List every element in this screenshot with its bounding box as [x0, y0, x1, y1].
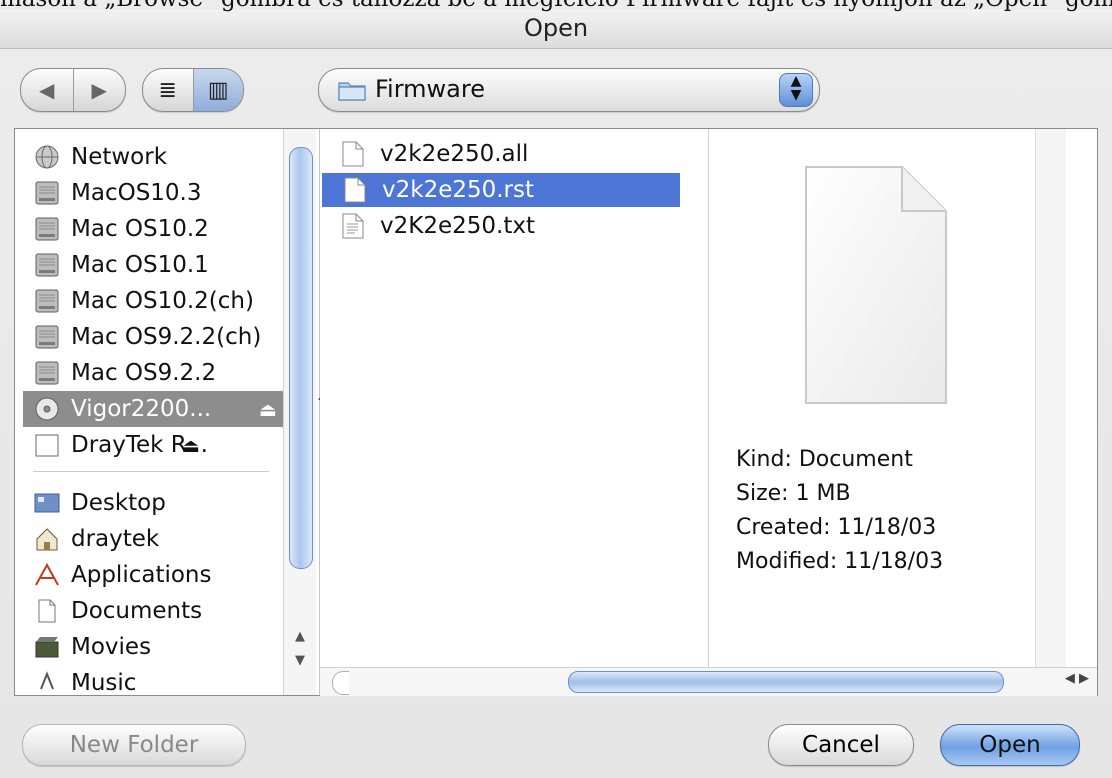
sidebar-item-desktop[interactable]: Desktop [33, 485, 166, 521]
dialog-title: Open [523, 14, 589, 42]
column-view-button[interactable]: ▥ [192, 69, 243, 111]
location-popup[interactable]: Firmware ▲ ▼ [318, 68, 820, 112]
sidebar-item-vigor2200[interactable]: Vigor2200... ⏏ [23, 391, 285, 427]
drive-icon [33, 431, 61, 459]
sidebar-item-movies[interactable]: Movies [33, 629, 151, 665]
hard-disk-icon [33, 287, 61, 315]
sidebar-item-label: Documents [71, 598, 203, 624]
sidebar-item-label: Vigor2200... [71, 396, 212, 422]
sidebar: Network MacOS10.3 Mac OS10.2 Mac OS10.1 Mac … [15, 129, 320, 695]
preview-scrollbar[interactable] [1035, 129, 1066, 667]
sidebar-item-label: Movies [71, 634, 152, 660]
file-name: v2K2e250.txt [380, 213, 535, 239]
popup-stepper-icon: ▲ ▼ [779, 73, 813, 107]
sidebar-item-label: Mac OS10.2 [71, 216, 209, 242]
document-preview-icon [805, 166, 947, 404]
file-browser: Network MacOS10.3 Mac OS10.2 Mac OS10.1 Mac … [14, 128, 1098, 696]
horizontal-scroll-thumb[interactable] [568, 671, 1004, 693]
desktop-icon [33, 489, 61, 517]
file-name: v2k2e250.all [380, 141, 529, 167]
cancel-button[interactable]: Cancel [768, 724, 914, 766]
sidebar-item-macos10-3[interactable]: MacOS10.3 [33, 175, 202, 211]
forward-arrow-icon: ▶ [91, 78, 107, 102]
list-view-button[interactable]: ≣ [143, 69, 193, 111]
back-arrow-icon: ◀ [39, 78, 55, 102]
sidebar-item-label: draytek [71, 526, 160, 552]
scroll-arrows[interactable]: ◀ ▶ [1065, 671, 1089, 686]
open-dialog: Open ◀ ▶ ≣ ▥ Firmware ▲ ▼ Network MacOS10.… [0, 0, 1112, 778]
sidebar-item-label: Desktop [71, 490, 166, 516]
eject-icon[interactable]: ⏏ [182, 435, 200, 457]
sidebar-item-music[interactable]: Music [33, 665, 136, 695]
sidebar-divider [33, 471, 269, 472]
sidebar-item-label: Music [71, 670, 137, 695]
file-row[interactable]: v2k2e250.rst [322, 173, 680, 207]
forward-button[interactable]: ▶ [72, 69, 126, 111]
column-view-icon: ▥ [207, 77, 229, 103]
sidebar-item-label: Mac OS9.2.2(ch) [71, 324, 262, 350]
text-document-icon [342, 213, 364, 239]
sidebar-item-label: Mac OS10.1 [71, 252, 209, 278]
eject-icon[interactable]: ⏏ [259, 399, 277, 421]
sidebar-item-mac-os10-2[interactable]: Mac OS10.2 [33, 211, 209, 247]
sidebar-item-network[interactable]: Network [33, 139, 167, 175]
sidebar-item-label: Applications [71, 562, 212, 588]
movies-icon [33, 633, 61, 661]
sidebar-item-mac-os9-2-2-ch[interactable]: Mac OS9.2.2(ch) [33, 319, 261, 355]
network-icon [33, 143, 61, 171]
hard-disk-icon [33, 179, 61, 207]
list-view-icon: ≣ [158, 77, 177, 103]
applications-icon [33, 561, 61, 589]
scroll-track-start [332, 671, 349, 695]
sidebar-scroll-thumb[interactable] [289, 147, 313, 569]
scroll-down-button[interactable]: ▼ [284, 653, 316, 675]
sidebar-item-label: MacOS10.3 [71, 180, 202, 206]
documents-icon [33, 597, 61, 625]
scroll-up-button[interactable]: ▲ [284, 629, 316, 651]
document-icon [344, 177, 366, 203]
sidebar-item-draytek[interactable]: draytek [33, 521, 159, 557]
sidebar-item-applications[interactable]: Applications [33, 557, 212, 593]
hard-disk-icon [33, 215, 61, 243]
file-name: v2k2e250.rst [382, 177, 535, 203]
file-column: v2k2e250.all v2k2e250.rst v2K2e250.txt [320, 129, 709, 667]
view-mode-control: ≣ ▥ [142, 68, 244, 112]
horizontal-scrollbar[interactable]: ◀ ▶ [320, 667, 1097, 696]
music-icon [33, 669, 61, 695]
new-folder-button[interactable]: New Folder [22, 724, 246, 766]
info-created: Created: 11/18/03 [736, 515, 937, 540]
sidebar-scrollbar[interactable]: ▲ ▼ [283, 129, 316, 695]
sidebar-item-mac-os9-2-2[interactable]: Mac OS9.2.2 [33, 355, 216, 391]
sidebar-item-mac-os10-1[interactable]: Mac OS10.1 [33, 247, 209, 283]
folder-icon [338, 82, 366, 101]
info-kind: Kind: Document [736, 447, 913, 472]
page-caption: mason a „Browse" gombra és tallózza be a… [0, 0, 1112, 16]
file-row[interactable]: v2K2e250.txt [320, 209, 678, 243]
sidebar-item-documents[interactable]: Documents [33, 593, 202, 629]
back-forward-control: ◀ ▶ [20, 68, 126, 112]
sidebar-item-label: Mac OS9.2.2 [71, 360, 217, 386]
hard-disk-icon [33, 323, 61, 351]
sidebar-item-label: Mac OS10.2(ch) [71, 288, 254, 314]
home-icon [33, 525, 61, 553]
cd-icon [33, 395, 61, 423]
open-button[interactable]: Open [940, 724, 1080, 766]
hard-disk-icon [33, 251, 61, 279]
preview-pane: Kind: Document Size: 1 MB Created: 11/18… [710, 129, 1066, 667]
info-modified: Modified: 11/18/03 [736, 549, 944, 574]
file-row[interactable]: v2k2e250.all [320, 137, 678, 171]
sidebar-item-label: Network [71, 144, 168, 170]
info-size: Size: 1 MB [736, 481, 851, 506]
sidebar-item-draytek-r[interactable]: DrayTek R... ⏏ [33, 427, 208, 463]
hard-disk-icon [33, 359, 61, 387]
back-button[interactable]: ◀ [21, 69, 73, 111]
sidebar-item-mac-os10-2-ch[interactable]: Mac OS10.2(ch) [33, 283, 254, 319]
document-icon [342, 141, 364, 167]
location-label: Firmware [375, 75, 485, 103]
